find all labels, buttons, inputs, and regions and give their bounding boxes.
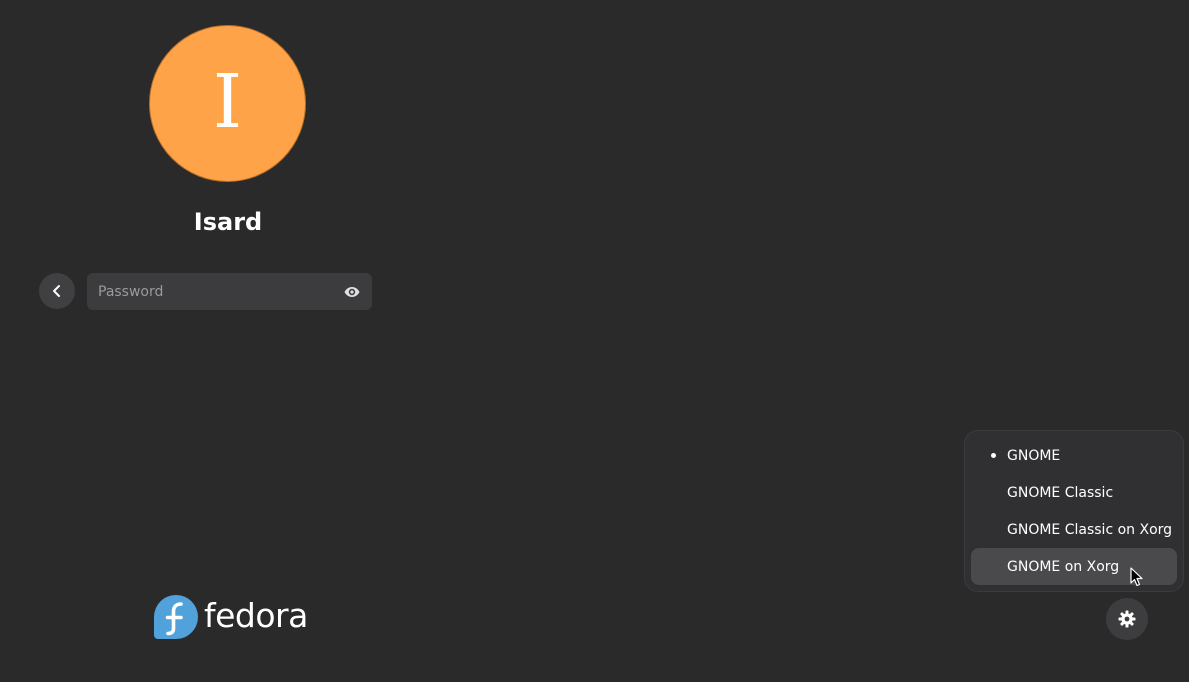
- user-name: Isard: [193, 208, 263, 236]
- session-item-gnome-classic[interactable]: GNOME Classic: [971, 474, 1177, 511]
- password-field[interactable]: [87, 273, 372, 310]
- session-item-label: GNOME: [1007, 447, 1061, 464]
- mouse-pointer-icon: [1130, 567, 1143, 587]
- avatar-initial: I: [212, 58, 243, 145]
- selected-dot-icon: [991, 453, 996, 458]
- eye-icon: [344, 287, 360, 297]
- gear-icon: [1118, 610, 1136, 628]
- user-avatar: I: [149, 25, 306, 182]
- session-settings-button[interactable]: [1106, 598, 1148, 640]
- session-menu: GNOME GNOME Classic GNOME Classic on Xor…: [964, 430, 1184, 592]
- password-input[interactable]: [87, 273, 327, 310]
- fedora-logo-icon: [154, 595, 198, 639]
- session-item-gnome-classic-xorg[interactable]: GNOME Classic on Xorg: [971, 511, 1177, 548]
- session-item-label: GNOME on Xorg: [1007, 558, 1120, 575]
- session-item-gnome-xorg[interactable]: GNOME on Xorg: [971, 548, 1177, 585]
- back-button[interactable]: [39, 273, 75, 309]
- fedora-wordmark: fedora: [204, 595, 308, 635]
- session-item-label: GNOME Classic: [1007, 484, 1114, 501]
- session-item-gnome[interactable]: GNOME: [971, 437, 1177, 474]
- chevron-left-icon: [53, 285, 60, 297]
- session-item-label: GNOME Classic on Xorg: [1007, 521, 1173, 538]
- fedora-logo: fedora: [154, 595, 308, 639]
- reveal-password-button[interactable]: [342, 282, 362, 302]
